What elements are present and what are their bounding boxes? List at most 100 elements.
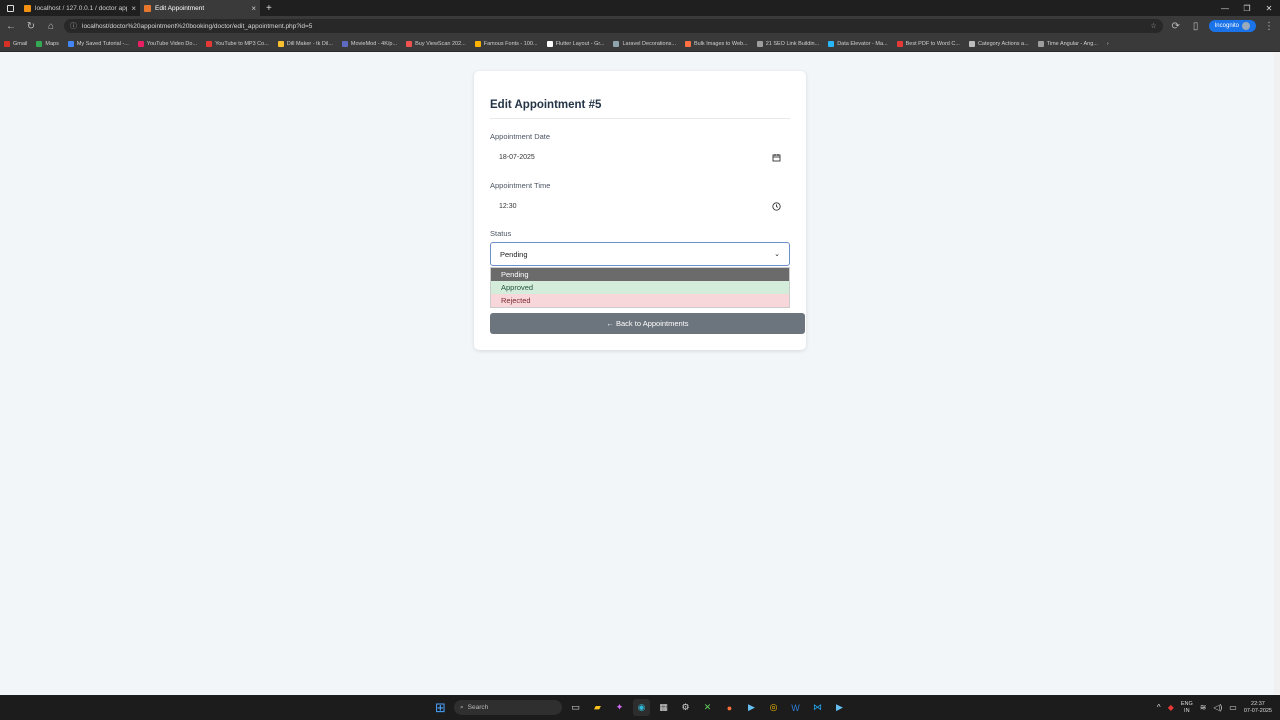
bookmark-label: YouTube to MP3 Co... (215, 40, 269, 47)
menu-icon[interactable]: ⋮ (1262, 21, 1276, 32)
edge-icon[interactable]: ◉ (633, 699, 650, 716)
tab-actions-icon[interactable] (0, 0, 20, 16)
address-bar[interactable]: ⓘ localhost/doctor%20appointment%20booki… (64, 19, 1163, 33)
calendar-icon[interactable] (771, 152, 781, 162)
tab-title: localhost / 127.0.0.1 / doctor app (35, 4, 128, 12)
language-indicator[interactable]: ENG IN (1181, 701, 1193, 715)
date-input[interactable]: 18-07-2025 (490, 145, 790, 169)
bookmark-favicon-icon (474, 40, 481, 47)
status-option-rejected[interactable]: Rejected (491, 294, 789, 307)
clock-icon[interactable] (771, 201, 781, 211)
bookmark-favicon-icon (896, 40, 903, 47)
file-explorer-icon[interactable]: ▰ (589, 699, 606, 716)
extensions-icon[interactable]: ⟳ (1169, 21, 1183, 32)
windows-taskbar: ⊞ ⌕ Search ▭ ▰ ✦ ◉ ▦ ⚙ ✕ ● ▶ ◎ W ⋈ ▶ ^ ◆… (0, 695, 1280, 720)
firefox-icon[interactable]: ● (721, 699, 738, 716)
bookmark-favicon-icon (137, 40, 144, 47)
bookmark-item[interactable]: Best PDF to Word C... (896, 40, 960, 47)
bookmark-item[interactable]: Data Elevator - Ma... (828, 40, 888, 47)
bookmark-item[interactable]: Category Actions a... (968, 40, 1029, 47)
bookmark-label: Category Actions a... (977, 40, 1029, 47)
chevron-down-icon: ⌄ (774, 251, 780, 258)
status-select[interactable]: Pending ⌄ (490, 242, 790, 266)
title-divider (490, 118, 790, 119)
bookmark-label: Flutter Layout - Gr... (555, 40, 605, 47)
terminal-icon[interactable]: ▶ (831, 699, 848, 716)
page-favicon-icon (144, 4, 151, 12)
bookmark-item[interactable]: Flutter Layout - Gr... (546, 40, 605, 47)
back-to-appointments-button[interactable]: ← Back to Appointments (490, 313, 805, 334)
bookmark-favicon-icon (828, 40, 835, 47)
taskbar-search[interactable]: ⌕ Search (454, 700, 562, 715)
status-label: Status (490, 229, 512, 238)
vscode-icon[interactable]: ⋈ (809, 699, 826, 716)
lang-region: IN (1184, 707, 1190, 714)
site-info-icon[interactable]: ⓘ (70, 21, 77, 31)
close-window-icon[interactable]: ✕ (1258, 0, 1280, 16)
chrome-icon[interactable]: ◎ (765, 699, 782, 716)
bookmark-favicon-icon (36, 40, 43, 47)
bookmark-item[interactable]: Laravel Decorations... (613, 40, 676, 47)
bookmark-item[interactable]: Time Angular - Ang... (1037, 40, 1098, 47)
sidebar-icon[interactable]: ▯ (1189, 21, 1203, 32)
clock-date: 07-07-2025 (1243, 707, 1272, 714)
word-icon[interactable]: W (787, 699, 804, 716)
antivirus-icon[interactable]: ◆ (1168, 703, 1174, 712)
bookmark-label: Bulk Images to Web... (693, 40, 748, 47)
bookmark-favicon-icon (546, 40, 553, 47)
close-tab-icon[interactable]: × (251, 4, 256, 13)
bookmark-label: Best PDF to Word C... (905, 40, 960, 47)
bookmark-item[interactable]: Buy ViewScan 202... (406, 40, 466, 47)
bookmark-label: Laravel Decorations... (622, 40, 676, 47)
time-input[interactable]: 12:30 (490, 194, 790, 218)
tab-phpmyadmin[interactable]: localhost / 127.0.0.1 / doctor app × (20, 0, 140, 16)
bookmark-item[interactable]: Gmail (4, 40, 27, 47)
bookmark-item[interactable]: YouTube Video Do... (137, 40, 197, 47)
battery-icon[interactable]: ▭ (1229, 703, 1237, 712)
new-tab-icon[interactable]: + (260, 3, 278, 14)
bookmark-item[interactable]: Dill Maker - tk Dil... (277, 40, 333, 47)
back-icon[interactable]: ← (4, 21, 18, 32)
avatar (1242, 22, 1250, 30)
task-view-icon[interactable]: ▭ (567, 699, 584, 716)
bookmark-label: Famous Fonts - 100... (483, 40, 538, 47)
xbox-icon[interactable]: ✕ (699, 699, 716, 716)
bookmark-favicon-icon (613, 40, 620, 47)
volume-icon[interactable]: ◁) (1213, 703, 1222, 712)
start-icon[interactable]: ⊞ (432, 699, 449, 716)
profile-button[interactable]: Incognito (1208, 20, 1256, 32)
more-bookmarks-icon[interactable]: › (1107, 41, 1109, 47)
minimize-icon[interactable]: — (1214, 0, 1236, 16)
status-option-approved[interactable]: Approved (491, 281, 789, 294)
bookmark-item[interactable]: YouTube to MP3 Co... (206, 40, 269, 47)
bookmark-item[interactable]: Famous Fonts - 100... (474, 40, 538, 47)
store-icon[interactable]: ▦ (655, 699, 672, 716)
tab-edit-appointment[interactable]: Edit Appointment × (140, 0, 260, 16)
browser-toolbar: ← ↻ ⌂ ⓘ localhost/doctor%20appointment%2… (0, 16, 1280, 36)
page-title: Edit Appointment #5 (490, 99, 602, 111)
bookmark-item[interactable]: MovieMod - 4K/p... (341, 40, 397, 47)
reload-icon[interactable]: ↻ (24, 21, 38, 32)
bookmark-label: My Saved Tutorial -... (76, 40, 129, 47)
page-scrollbar[interactable] (1274, 52, 1280, 694)
clock[interactable]: 22:37 07-07-2025 (1244, 701, 1272, 715)
settings-icon[interactable]: ⚙ (677, 699, 694, 716)
wifi-icon[interactable]: ≋ (1200, 703, 1207, 712)
bookmark-item[interactable]: Maps (36, 40, 59, 47)
restore-icon[interactable]: ❐ (1236, 0, 1258, 16)
close-tab-icon[interactable]: × (131, 4, 136, 13)
home-icon[interactable]: ⌂ (44, 21, 58, 32)
bookmark-star-icon[interactable]: ☆ (1150, 22, 1156, 30)
tab-title: Edit Appointment (155, 4, 205, 12)
date-label: Appointment Date (490, 132, 551, 141)
bookmark-item[interactable]: 21 SEO Link Buildin... (756, 40, 819, 47)
bookmark-favicon-icon (341, 40, 348, 47)
app-icon[interactable]: ▶ (743, 699, 760, 716)
bookmark-item[interactable]: My Saved Tutorial -... (67, 40, 129, 47)
status-dropdown-list: Pending Approved Rejected (490, 267, 790, 308)
bookmark-item[interactable]: Bulk Images to Web... (684, 40, 748, 47)
tray-chevron-icon[interactable]: ^ (1157, 703, 1161, 712)
date-value: 18-07-2025 (499, 153, 535, 161)
status-option-pending[interactable]: Pending (491, 268, 789, 281)
copilot-icon[interactable]: ✦ (611, 699, 628, 716)
